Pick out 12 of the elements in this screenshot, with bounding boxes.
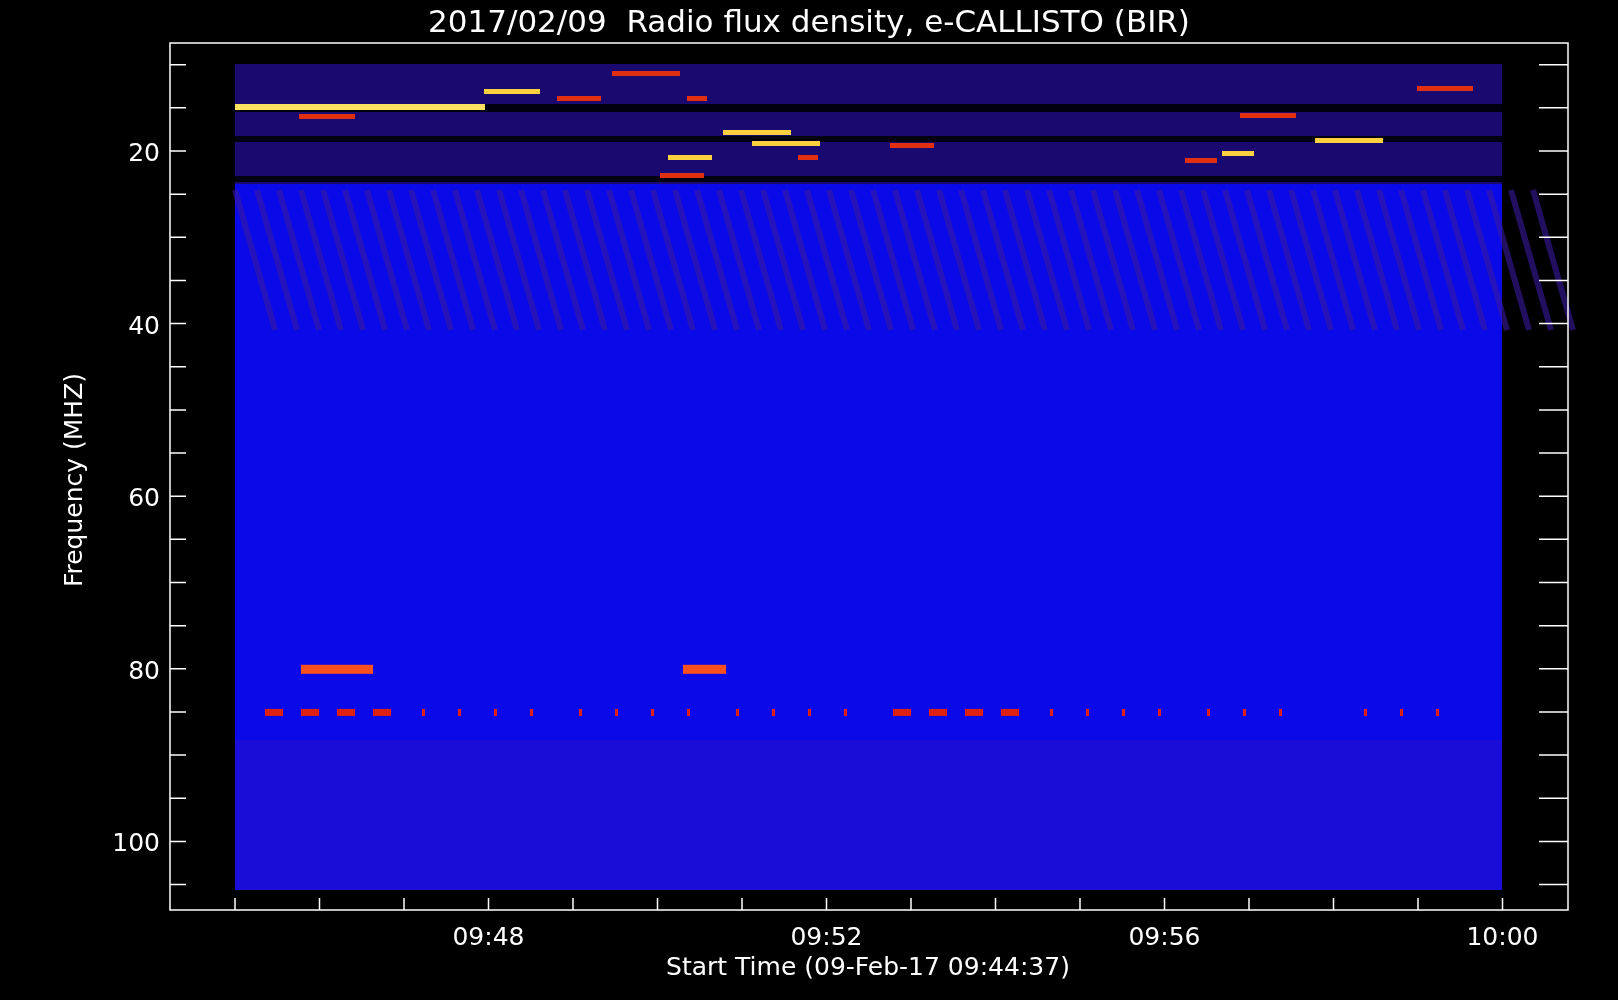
y-tick-label: 100 [112, 828, 160, 858]
chart-title: 2017/02/09 Radio flux density, e-CALLISTO (BIR) [428, 3, 1190, 39]
y-tick-label: 80 [128, 655, 160, 685]
x-tick-label: 09:56 [1128, 922, 1201, 951]
x-tick-label: 10:00 [1466, 922, 1539, 951]
x-axis-label: Start Time (09-Feb-17 09:44:37) [666, 952, 1070, 981]
y-tick-label: 40 [128, 310, 160, 340]
y-tick-label: 20 [128, 138, 160, 167]
y-tick-label: 60 [128, 483, 160, 513]
x-tick-label: 09:52 [790, 922, 863, 951]
x-tick-label: 09:48 [452, 922, 525, 951]
y-axis-label: Frequency (MHZ) [59, 372, 88, 588]
